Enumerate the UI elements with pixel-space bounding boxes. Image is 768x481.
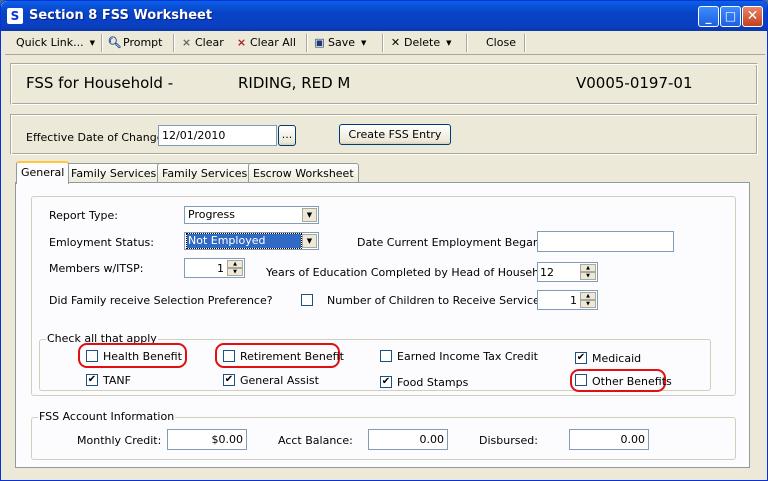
disbursed-label: Disbursed: — [479, 434, 538, 447]
fss-worksheet-window: S Section 8 FSS Worksheet _ □ ✕ Quick Li… — [0, 0, 768, 481]
children-services-stepper[interactable]: 1 ▲ ▼ — [537, 290, 598, 310]
clear-icon: ⨯ — [181, 36, 192, 49]
spin-up-icon[interactable]: ▲ — [227, 260, 243, 268]
other-benefits-checkbox[interactable] — [575, 374, 587, 386]
voucher-number: V0005-0197-01 — [576, 74, 693, 92]
acct-balance-label: Acct Balance: — [278, 434, 353, 447]
dropdown-arrow-icon: ▼ — [361, 38, 367, 47]
general-assist-checkbox[interactable]: ✔ — [223, 374, 235, 386]
other-benefits-label: Other Benefits — [592, 375, 672, 388]
dropdown-arrow-icon: ▼ — [446, 38, 452, 47]
tanf-checkbox[interactable]: ✔ — [86, 374, 98, 386]
disbursed-field[interactable]: 0.00 — [569, 429, 649, 450]
save-button[interactable]: ▣ Save ▼ — [312, 35, 366, 51]
delete-x-icon: ✕ — [390, 36, 401, 49]
close-label: Close — [486, 36, 516, 49]
food-stamps-label: Food Stamps — [397, 376, 469, 389]
spin-down-icon[interactable]: ▼ — [227, 268, 243, 276]
tab-family-services2[interactable]: Family Services2 — [157, 163, 260, 183]
selection-preference-label: Did Family receive Selection Preference? — [49, 294, 273, 307]
members-itsp-stepper[interactable]: 1 ▲ ▼ — [184, 258, 245, 278]
toolbar-separator — [466, 34, 468, 52]
medicaid-checkbox[interactable]: ✔ — [575, 352, 587, 364]
close-window-button[interactable]: ✕ — [742, 6, 763, 27]
tab-family-services1[interactable]: Family Services1 — [66, 163, 169, 183]
employment-status-value: Not Employed — [186, 233, 302, 249]
years-education-label: Years of Education Completed by Head of … — [266, 266, 560, 279]
household-name: RIDING, RED M — [238, 74, 351, 92]
years-education-stepper[interactable]: 12 ▲ ▼ — [537, 262, 598, 282]
spin-up-icon[interactable]: ▲ — [580, 264, 596, 272]
effective-date-field[interactable]: 12/01/2010 — [158, 125, 277, 146]
delete-button[interactable]: ✕ Delete ▼ — [388, 35, 452, 51]
members-itsp-label: Members w/ITSP: — [49, 262, 144, 275]
spin-down-icon[interactable]: ▼ — [580, 272, 596, 280]
tanf-label: TANF — [103, 374, 131, 387]
employment-status-label: Emloyment Status: — [49, 236, 154, 249]
date-employment-field[interactable] — [537, 231, 674, 252]
dropdown-arrow-icon: ▼ — [89, 38, 96, 47]
tab-escrow-worksheet[interactable]: Escrow Worksheet — [248, 163, 359, 183]
food-stamps-checkbox[interactable]: ✔ — [380, 376, 392, 388]
clear-all-label: Clear All — [250, 36, 296, 49]
earned-income-tax-credit-checkbox[interactable] — [380, 350, 392, 362]
selection-preference-checkbox[interactable] — [301, 294, 313, 306]
report-type-select[interactable]: Progress ▼ — [184, 206, 319, 224]
children-services-label: Number of Children to Receive Services: — [327, 294, 550, 307]
tab-general[interactable]: General — [16, 161, 70, 184]
quick-link-button[interactable]: Quick Link... ▼ — [16, 35, 95, 51]
delete-label: Delete — [404, 36, 441, 49]
retirement-benefit-label: Retirement Benefit — [240, 350, 344, 363]
create-fss-entry-button[interactable]: Create FSS Entry — [339, 124, 451, 145]
toolbar-separator — [173, 34, 175, 52]
close-button[interactable]: Close — [486, 35, 516, 51]
employment-status-select[interactable]: Not Employed ▼ — [184, 232, 319, 250]
household-label: FSS for Household - — [26, 74, 174, 92]
monthly-credit-label: Monthly Credit: — [77, 434, 162, 447]
quick-link-label: Quick Link... — [16, 36, 84, 49]
clear-label: Clear — [195, 36, 224, 49]
earned-income-tax-credit-label: Earned Income Tax Credit — [397, 350, 538, 363]
toolbar-separator — [382, 34, 384, 52]
monthly-credit-field[interactable]: $0.00 — [167, 429, 247, 450]
effective-date-label: Effective Date of Change: — [26, 131, 168, 144]
floppy-disk-icon: ▣ — [314, 36, 325, 49]
report-type-value: Progress — [188, 208, 235, 221]
prompt-label: Prompt — [123, 36, 163, 49]
toolbar-separator — [306, 34, 308, 52]
magnifier-icon: 🔍︎ — [107, 36, 122, 49]
title-bar[interactable]: S Section 8 FSS Worksheet _ □ ✕ — [1, 1, 767, 31]
toolbar-separator — [101, 34, 103, 52]
spin-up-icon[interactable]: ▲ — [580, 292, 596, 300]
chevron-down-icon[interactable]: ▼ — [302, 208, 317, 222]
maximize-button[interactable]: □ — [720, 6, 741, 27]
app-icon: S — [7, 8, 23, 24]
toolbar: Quick Link... ▼ 🔍︎ Prompt ⨯ Clear ⨯ Clear Al… — [5, 31, 765, 55]
health-benefit-label: Health Benefit — [103, 350, 182, 363]
acct-balance-field[interactable]: 0.00 — [368, 429, 448, 450]
clear-all-icon: ⨯ — [236, 36, 247, 49]
save-label: Save — [328, 36, 356, 49]
minimize-button[interactable]: _ — [698, 6, 719, 27]
clear-button[interactable]: ⨯ Clear — [179, 35, 224, 51]
window-title: Section 8 FSS Worksheet — [29, 8, 213, 23]
health-benefit-checkbox[interactable] — [86, 350, 98, 362]
clear-all-button[interactable]: ⨯ Clear All — [234, 35, 296, 51]
spin-down-icon[interactable]: ▼ — [580, 300, 596, 308]
retirement-benefit-checkbox[interactable] — [223, 350, 235, 362]
prompt-button[interactable]: 🔍︎ Prompt — [107, 35, 163, 51]
toolbar-separator — [524, 34, 526, 52]
members-itsp-value: 1 — [217, 262, 224, 275]
account-info-title: FSS Account Information — [38, 410, 176, 423]
years-education-value: 12 — [540, 266, 554, 279]
report-type-label: Report Type: — [49, 209, 118, 222]
date-employment-label: Date Current Employment Began: — [357, 236, 544, 249]
children-services-value: 1 — [570, 294, 577, 307]
chevron-down-icon[interactable]: ▼ — [302, 234, 317, 248]
date-picker-button[interactable]: ... — [278, 125, 296, 146]
general-assist-label: General Assist — [240, 374, 319, 387]
medicaid-label: Medicaid — [592, 352, 642, 365]
